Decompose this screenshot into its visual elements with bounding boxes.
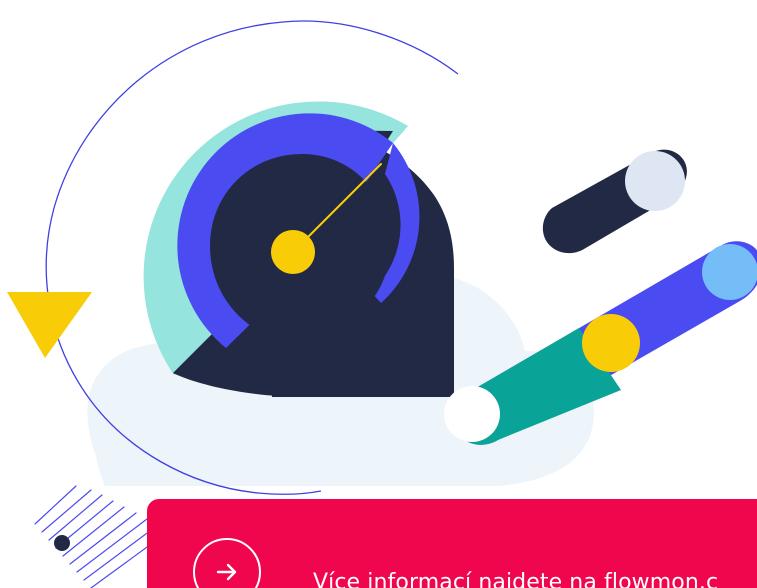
small-dot-decoration (54, 535, 70, 551)
gauge-icon (143, 101, 454, 397)
call-to-action-banner: Více informací najdete na flowmon.c (147, 499, 757, 588)
cta-arrow-button[interactable] (193, 538, 261, 588)
page: Více informací najdete na flowmon.c (0, 0, 757, 588)
speed-trail-icon-top (542, 149, 687, 254)
arrow-right-icon (216, 563, 237, 581)
top-arc-accent (387, 57, 469, 111)
cta-link[interactable]: Více informací najdete na flowmon.c (313, 569, 718, 588)
warning-triangle-icon (7, 292, 92, 358)
